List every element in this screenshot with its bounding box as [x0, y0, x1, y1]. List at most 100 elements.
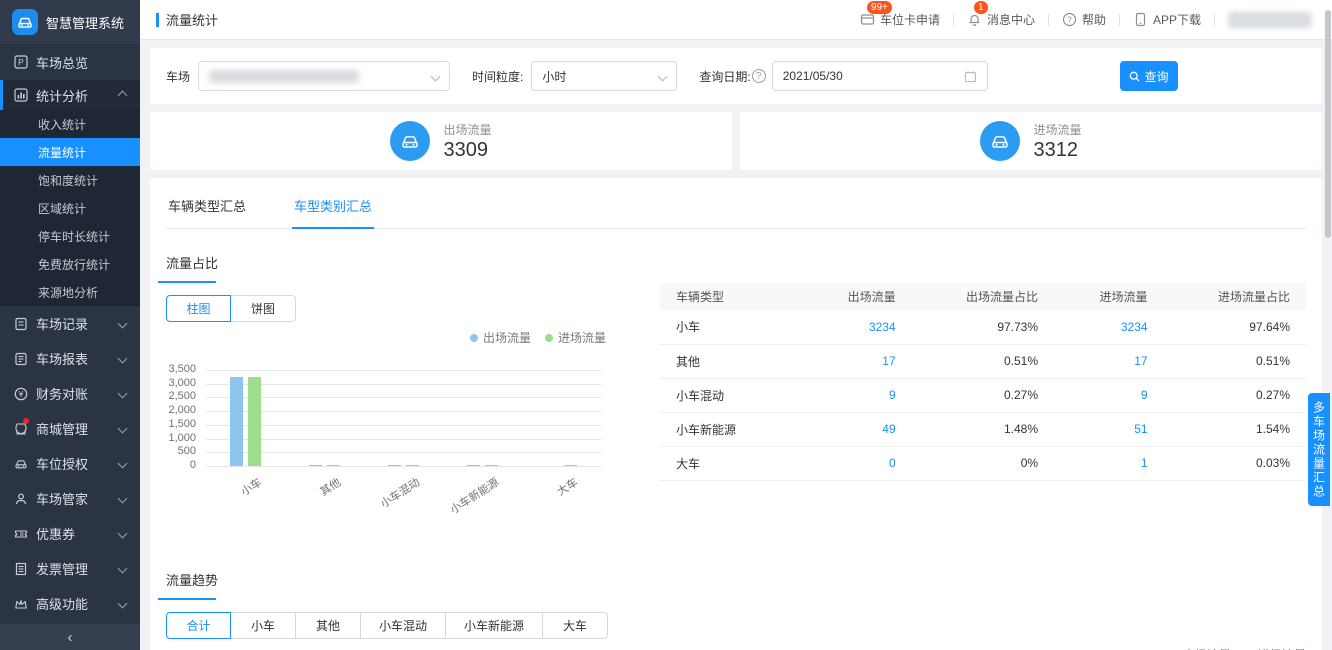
bar-chart-toggle[interactable]: 柱图: [166, 295, 231, 322]
search-button[interactable]: 查询: [1120, 61, 1178, 91]
chevron-down-icon: [117, 388, 128, 399]
sidebar-item-label: 发票管理: [36, 562, 89, 577]
sidebar-item-label: 流量统计: [38, 145, 87, 160]
gridline: [206, 384, 601, 385]
x-axis-tick-label: 小车: [238, 476, 264, 499]
sidebar-item-label: 区域统计: [38, 201, 87, 216]
header-link-label: 车位卡申请: [879, 13, 940, 27]
parking-select-label: 车场: [166, 69, 191, 84]
col-exit-share: 出场流量占比: [911, 283, 1055, 310]
cell-vehicle-type: 大车: [660, 446, 803, 481]
trend-tab-new-energy[interactable]: 小车新能源: [446, 612, 544, 639]
separator: [1214, 13, 1215, 26]
stat-cards: 出场流量 3309 进场流量 3312: [150, 112, 1322, 170]
granularity-select[interactable]: 小时: [531, 61, 678, 91]
chevron-down-icon: [657, 71, 668, 81]
cell-exit-share: 0.27%: [911, 378, 1055, 413]
svg-text:¥: ¥: [19, 390, 24, 399]
sidebar-collapse-button[interactable]: ‹: [0, 624, 140, 650]
cell-exit-traffic-link[interactable]: 49: [802, 412, 912, 447]
search-icon: [1130, 71, 1140, 81]
bar-出场流量[interactable]: [229, 377, 243, 466]
parking-card-apply-link[interactable]: 99+ 车位卡申请: [860, 1, 940, 28]
sidebar-item-advanced-features[interactable]: 高级功能: [0, 586, 140, 621]
pie-chart-toggle[interactable]: 饼图: [231, 295, 296, 322]
sidebar-item-space-authorization[interactable]: 车位授权: [0, 446, 140, 481]
vertical-scrollbar-thumb[interactable]: [1325, 10, 1331, 238]
sidebar-item-parking-butler[interactable]: 车场管家: [0, 481, 140, 516]
tab-model-category-summary[interactable]: 车型类别汇总: [292, 192, 375, 229]
sidebar-item-parking-overview[interactable]: P 车场总览: [0, 44, 140, 80]
legend-entry-traffic[interactable]: 进场流量: [544, 329, 606, 346]
sidebar-item-coupons[interactable]: 优惠券: [0, 516, 140, 551]
legend-exit-traffic[interactable]: 出场流量: [1170, 646, 1231, 650]
cell-entry-traffic-link[interactable]: 9: [1054, 378, 1164, 413]
y-axis-tick-label: 3,500: [168, 363, 196, 375]
trend-tab-hybrid[interactable]: 小车混动: [361, 612, 447, 639]
chevron-left-icon: ‹: [67, 628, 73, 646]
cell-exit-traffic-link[interactable]: 0: [802, 446, 912, 481]
cell-exit-share: 0%: [911, 446, 1055, 481]
table-row: 大车 0 0% 1 0.03%: [660, 446, 1306, 481]
search-button-label: 查询: [1144, 69, 1169, 84]
sidebar-item-saturation-stats[interactable]: 饱和度统计: [0, 166, 140, 194]
sidebar-item-parking-duration-stats[interactable]: 停车时长统计: [0, 222, 140, 250]
sidebar-item-traffic-stats[interactable]: 流量统计: [0, 138, 140, 166]
cell-exit-traffic-link[interactable]: 3234: [802, 310, 912, 345]
cell-entry-traffic-link[interactable]: 1: [1054, 446, 1164, 481]
cell-entry-traffic-link[interactable]: 17: [1054, 344, 1164, 379]
parking-select[interactable]: [198, 61, 451, 91]
traffic-share-bar-chart: 0 500 1,000 1,500 2,000 2,500 3,000 3,500 小车 其他小…: [166, 363, 606, 520]
trend-tab-total[interactable]: 合计: [166, 612, 231, 639]
card-icon: [860, 12, 875, 27]
sidebar-item-label: 车位授权: [36, 457, 89, 472]
sidebar-item-invoice-management[interactable]: 发票管理: [0, 551, 140, 586]
bell-icon: [967, 12, 982, 27]
sidebar-item-area-stats[interactable]: 区域统计: [0, 194, 140, 222]
sidebar-item-finance-reconciliation[interactable]: ¥ 财务对账: [0, 376, 140, 411]
help-tooltip-icon[interactable]: ?: [751, 69, 766, 83]
cell-entry-traffic-link[interactable]: 3234: [1054, 310, 1164, 345]
legend-entry-traffic[interactable]: 进场流量: [1245, 646, 1306, 650]
sidebar-item-free-pass-stats[interactable]: 免费放行统计: [0, 250, 140, 278]
trend-tab-small-car[interactable]: 小车: [231, 612, 296, 639]
sidebar-item-mall-management[interactable]: 商城管理: [0, 411, 140, 446]
document-icon: [14, 317, 28, 331]
cell-vehicle-type: 小车混动: [660, 378, 803, 413]
tab-vehicle-type-summary[interactable]: 车辆类型汇总: [166, 192, 248, 228]
message-center-link[interactable]: 1 消息中心: [967, 1, 1035, 28]
sidebar-item-label: 高级功能: [36, 597, 89, 612]
main-content: 车场 时间粒度: 小时 查询日期: ? 2021/05/30 查询 出场流量 3…: [140, 40, 1332, 650]
cell-exit-traffic-link[interactable]: 17: [802, 344, 912, 379]
date-input[interactable]: 2021/05/30: [771, 61, 988, 91]
cell-entry-traffic-link[interactable]: 51: [1054, 412, 1164, 447]
legend-label: 进场流量: [1258, 646, 1306, 650]
traffic-share-table: 车辆类型 出场流量 出场流量占比 进场流量 进场流量占比 小车 3234 97.…: [660, 283, 1306, 481]
cell-exit-traffic-link[interactable]: 9: [802, 378, 912, 413]
sidebar-item-origin-analysis[interactable]: 来源地分析: [0, 278, 140, 306]
trend-tab-other[interactable]: 其他: [296, 612, 361, 639]
chevron-up-icon: [117, 90, 128, 100]
bar-进场流量[interactable]: [247, 377, 261, 466]
redacted-username[interactable]: [1228, 11, 1312, 28]
sidebar-submenu: 收入统计 流量统计 饱和度统计 区域统计 停车时长统计 免费放行统计 来源地分析: [0, 110, 140, 306]
trend-tab-large-car[interactable]: 大车: [543, 612, 609, 639]
multi-parking-traffic-summary-button[interactable]: 多车场流量汇总: [1308, 393, 1330, 506]
sidebar-item-parking-reports[interactable]: 车场报表: [0, 341, 140, 376]
stat-value: 3312: [1033, 138, 1078, 161]
sidebar-item-label: 车场报表: [36, 352, 89, 367]
legend-exit-traffic[interactable]: 出场流量: [469, 329, 531, 346]
granularity-label: 时间粒度:: [472, 69, 524, 84]
chevron-down-icon: [117, 493, 128, 504]
car-entry-icon: [980, 121, 1021, 161]
y-axis-tick-label: 3,000: [168, 377, 196, 389]
sidebar-item-parking-records[interactable]: 车场记录: [0, 306, 140, 341]
app-download-link[interactable]: APP下载: [1133, 11, 1201, 28]
gridline: [206, 397, 601, 398]
sidebar-group-statistics[interactable]: 统计分析: [0, 80, 140, 110]
breadcrumb: 流量统计: [156, 10, 218, 29]
help-link[interactable]: ? 帮助: [1062, 11, 1106, 28]
sidebar-item-income-stats[interactable]: 收入统计: [0, 110, 140, 138]
shop-icon: [14, 417, 29, 436]
section-title-text: 流量趋势: [166, 573, 219, 588]
